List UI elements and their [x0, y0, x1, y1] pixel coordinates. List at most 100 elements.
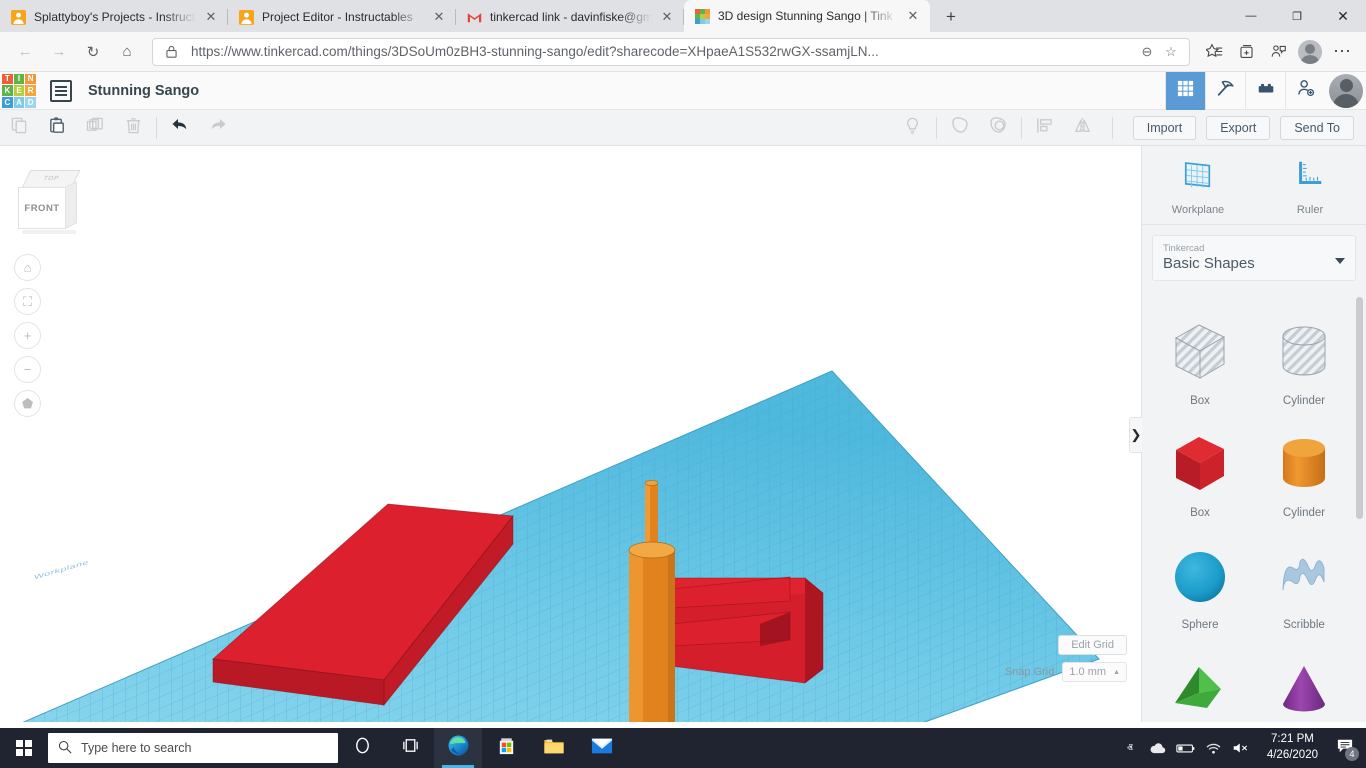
- back-button[interactable]: ←: [8, 35, 42, 69]
- speaker-muted-icon[interactable]: [1229, 728, 1255, 768]
- edit-tools-group: [0, 110, 237, 146]
- show-hidden-icons-button[interactable]: ⱏ: [1117, 728, 1143, 768]
- shape-item-scribble[interactable]: Scribble: [1252, 523, 1356, 635]
- mail-button[interactable]: [578, 728, 626, 768]
- copy-button[interactable]: [0, 110, 38, 146]
- taskbar-search-input[interactable]: Type here to search: [48, 733, 338, 763]
- shape-item-box-solid[interactable]: Box: [1148, 411, 1252, 523]
- red-bracket-object[interactable]: [670, 566, 824, 684]
- zoom-reset-icon[interactable]: ⊖: [1135, 40, 1159, 64]
- browser-tab-4-close-icon[interactable]: ✕: [902, 5, 924, 27]
- workplane-3d-scene[interactable]: [0, 146, 1141, 722]
- home-view-button[interactable]: ⌂: [14, 254, 41, 281]
- start-button[interactable]: [0, 728, 48, 768]
- browser-tab-1-close-icon[interactable]: ✕: [200, 6, 222, 28]
- collections-icon[interactable]: [1230, 36, 1262, 68]
- ungroup-button[interactable]: [979, 110, 1017, 146]
- browser-tab-3-close-icon[interactable]: ✕: [656, 6, 678, 28]
- microsoft-store-button[interactable]: [482, 728, 530, 768]
- window-minimize-button[interactable]: —: [1228, 0, 1274, 32]
- tinkercad-logo-icon[interactable]: T I N K E R C A D: [2, 73, 36, 108]
- user-avatar[interactable]: [1329, 73, 1363, 108]
- favorites-icon[interactable]: [1198, 36, 1230, 68]
- invite-people-button[interactable]: [1285, 71, 1325, 110]
- settings-more-icon[interactable]: ⋯: [1326, 36, 1358, 68]
- shape-label: Box: [1190, 507, 1210, 519]
- home-button[interactable]: ⌂: [110, 35, 144, 69]
- file-explorer-button[interactable]: [530, 728, 578, 768]
- address-bar[interactable]: https://www.tinkercad.com/things/3DSoUm0…: [152, 37, 1190, 66]
- group-button[interactable]: [941, 110, 979, 146]
- duplicate-button[interactable]: [76, 110, 114, 146]
- instructables-icon: [10, 9, 26, 25]
- send-to-button[interactable]: Send To: [1280, 115, 1354, 140]
- zoom-in-button[interactable]: +: [14, 322, 41, 349]
- shape-item-roof[interactable]: Roof: [1148, 635, 1252, 722]
- orange-cylinder-object[interactable]: [628, 541, 676, 722]
- onedrive-icon[interactable]: [1145, 728, 1171, 768]
- browser-tab-3[interactable]: tinkercad link - davinfiske@gmai ✕: [456, 2, 684, 32]
- add-favorite-icon[interactable]: ☆: [1159, 40, 1183, 64]
- shape-item-box-hole[interactable]: Box: [1148, 299, 1252, 411]
- shape-library-value: Basic Shapes: [1163, 255, 1255, 272]
- search-icon: [58, 740, 72, 757]
- fit-view-button[interactable]: ⛶: [14, 288, 41, 315]
- edge-button[interactable]: [434, 728, 482, 768]
- browser-tab-1[interactable]: Splattyboy's Projects - Instructab ✕: [0, 2, 228, 32]
- wifi-icon[interactable]: [1201, 728, 1227, 768]
- task-view-button[interactable]: [386, 728, 434, 768]
- redo-button[interactable]: [199, 110, 237, 146]
- shape-item-cylinder-solid[interactable]: Cylinder: [1252, 411, 1356, 523]
- import-button[interactable]: Import: [1132, 115, 1197, 140]
- panel-scrollbar[interactable]: [1356, 297, 1363, 519]
- shape-item-cone[interactable]: Cone: [1252, 635, 1356, 722]
- notification-center-button[interactable]: 4: [1330, 728, 1360, 768]
- undo-button[interactable]: [161, 110, 199, 146]
- snap-grid-select[interactable]: 1.0 mm ▲: [1062, 662, 1127, 682]
- project-list-icon[interactable]: [50, 79, 72, 102]
- codeblocks-button[interactable]: [1205, 71, 1245, 110]
- grid-view-button[interactable]: [1165, 71, 1205, 110]
- view-cube[interactable]: TOP FRONT: [18, 170, 81, 234]
- workplane-tool[interactable]: Workplane: [1142, 158, 1254, 216]
- zoom-out-button[interactable]: −: [14, 356, 41, 383]
- panel-collapse-button[interactable]: ❯: [1129, 417, 1142, 453]
- profile-icon[interactable]: [1294, 36, 1326, 68]
- shape-item-cylinder-hole[interactable]: Cylinder: [1252, 299, 1356, 411]
- gmail-icon: [466, 9, 482, 25]
- paste-button[interactable]: [38, 110, 76, 146]
- browser-tab-2[interactable]: Project Editor - Instructables ✕: [228, 2, 456, 32]
- perspective-toggle-button[interactable]: ⬟: [14, 390, 41, 417]
- export-button[interactable]: Export: [1206, 115, 1271, 140]
- taskbar-clock[interactable]: 7:21 PM 4/26/2020: [1257, 732, 1328, 763]
- ruler-tool[interactable]: Ruler: [1254, 158, 1366, 216]
- browser-tab-4[interactable]: 3D design Stunning Sango | Tink ✕: [684, 0, 930, 32]
- battery-icon[interactable]: [1173, 728, 1199, 768]
- design-canvas[interactable]: Workplane TOP FRONT ⌂ ⛶ + − ⬟ Edit Grid …: [0, 146, 1141, 722]
- edit-grid-button[interactable]: Edit Grid: [1058, 635, 1127, 655]
- box-solid-icon: [1168, 432, 1232, 498]
- shape-label: Sphere: [1181, 619, 1219, 631]
- logo-letter-t: T: [2, 73, 13, 85]
- window-close-button[interactable]: ✕: [1320, 0, 1366, 32]
- view-cube-side-face[interactable]: [65, 181, 77, 229]
- cortana-button[interactable]: [338, 728, 386, 768]
- chevron-down-icon: [1335, 258, 1345, 264]
- grid-controls: Edit Grid Snap Grid 1.0 mm ▲: [1005, 635, 1127, 682]
- share-icon[interactable]: [1262, 36, 1294, 68]
- reload-button[interactable]: ↻: [76, 35, 110, 69]
- shape-item-sphere[interactable]: Sphere: [1148, 523, 1252, 635]
- forward-button[interactable]: →: [42, 35, 76, 69]
- show-hide-button[interactable]: [894, 110, 932, 146]
- browser-tab-2-close-icon[interactable]: ✕: [428, 6, 450, 28]
- shapes-list[interactable]: Box Cylinder Box Cylinder Sphere Scribbl…: [1142, 291, 1366, 722]
- shape-library-dropdown[interactable]: Tinkercad Basic Shapes: [1152, 235, 1356, 281]
- window-maximize-button[interactable]: ❐: [1274, 0, 1320, 32]
- align-button[interactable]: [1026, 110, 1064, 146]
- task-view-icon: [401, 736, 420, 760]
- mirror-button[interactable]: [1064, 110, 1102, 146]
- view-cube-front-face[interactable]: FRONT: [18, 187, 66, 229]
- new-tab-button[interactable]: +: [936, 2, 966, 32]
- delete-button[interactable]: [114, 110, 152, 146]
- blocks-button[interactable]: [1245, 71, 1285, 110]
